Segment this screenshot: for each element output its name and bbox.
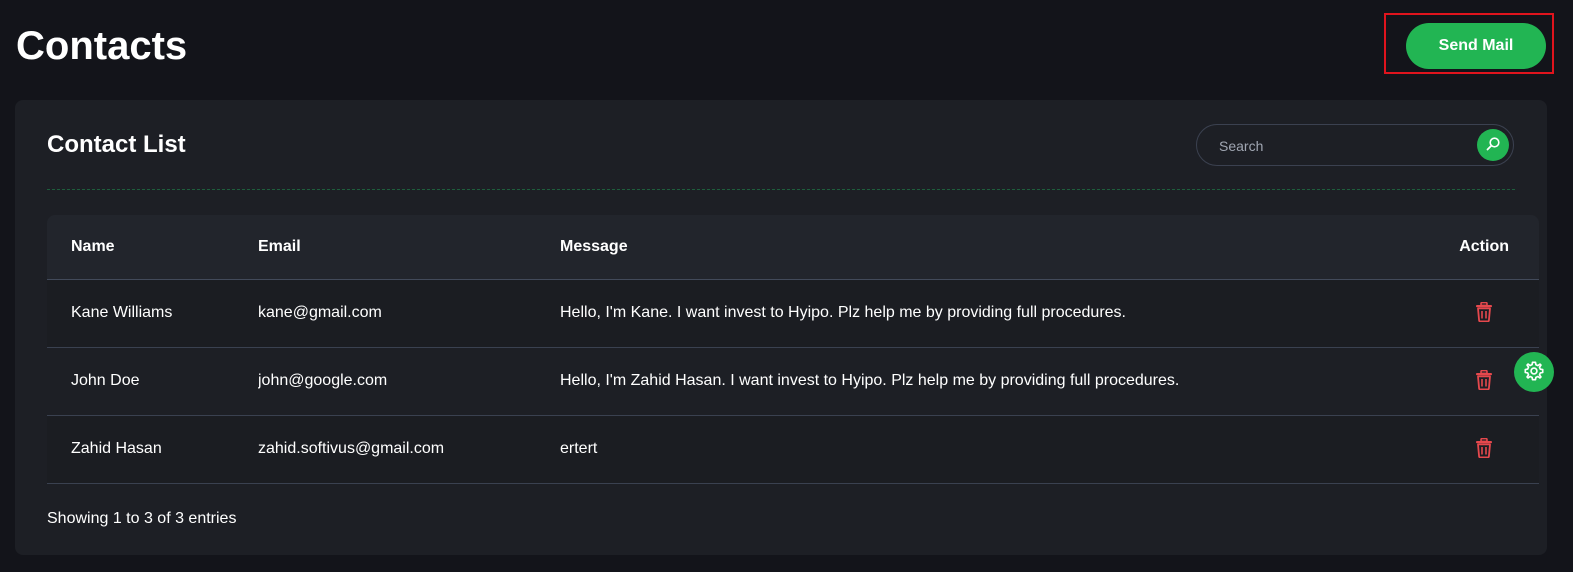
- search-icon: [1485, 136, 1501, 155]
- action-cell: [1400, 279, 1539, 348]
- contact-name: Zahid Hasan: [47, 415, 258, 484]
- contact-email: kane@gmail.com: [258, 279, 560, 348]
- section-divider: [47, 189, 1515, 190]
- search-box: [1196, 124, 1514, 166]
- search-input[interactable]: [1217, 133, 1461, 159]
- trash-icon: [1475, 301, 1493, 325]
- contact-name: John Doe: [47, 347, 258, 416]
- card-title: Contact List: [47, 131, 186, 158]
- contacts-table-wrapper: Name Email Message Action Kane Williams …: [47, 215, 1539, 484]
- action-cell: [1400, 415, 1539, 484]
- delete-button[interactable]: [1475, 369, 1493, 393]
- trash-icon: [1475, 369, 1493, 393]
- column-header-message: Message: [560, 215, 1400, 280]
- contact-list-card: Contact List Name Email Mes: [15, 100, 1547, 555]
- page-title: Contacts: [16, 24, 188, 68]
- contact-name: Kane Williams: [47, 279, 258, 348]
- table-row: Zahid Hasan zahid.softivus@gmail.com ert…: [47, 415, 1539, 484]
- table-row: Kane Williams kane@gmail.com Hello, I'm …: [47, 279, 1539, 348]
- contact-email: john@google.com: [258, 347, 560, 416]
- column-header-action: Action: [1400, 215, 1539, 280]
- gear-icon: [1523, 360, 1545, 385]
- column-header-email: Email: [258, 215, 560, 280]
- search-button[interactable]: [1477, 129, 1509, 161]
- send-mail-button[interactable]: Send Mail: [1406, 23, 1546, 69]
- table-header-row: Name Email Message Action: [47, 215, 1539, 280]
- contacts-table: Name Email Message Action Kane Williams …: [47, 215, 1539, 484]
- entries-info: Showing 1 to 3 of 3 entries: [47, 510, 237, 527]
- contact-email: zahid.softivus@gmail.com: [258, 415, 560, 484]
- delete-button[interactable]: [1475, 301, 1493, 325]
- trash-icon: [1475, 437, 1493, 461]
- contact-message: Hello, I'm Zahid Hasan. I want invest to…: [560, 347, 1400, 416]
- table-row: John Doe john@google.com Hello, I'm Zahi…: [47, 347, 1539, 416]
- delete-button[interactable]: [1475, 437, 1493, 461]
- settings-button[interactable]: [1514, 352, 1554, 392]
- contact-message: Hello, I'm Kane. I want invest to Hyipo.…: [560, 279, 1400, 348]
- contacts-page: Contacts Send Mail Contact List Name: [0, 0, 1573, 572]
- contact-message: ertert: [560, 415, 1400, 484]
- column-header-name: Name: [47, 215, 258, 280]
